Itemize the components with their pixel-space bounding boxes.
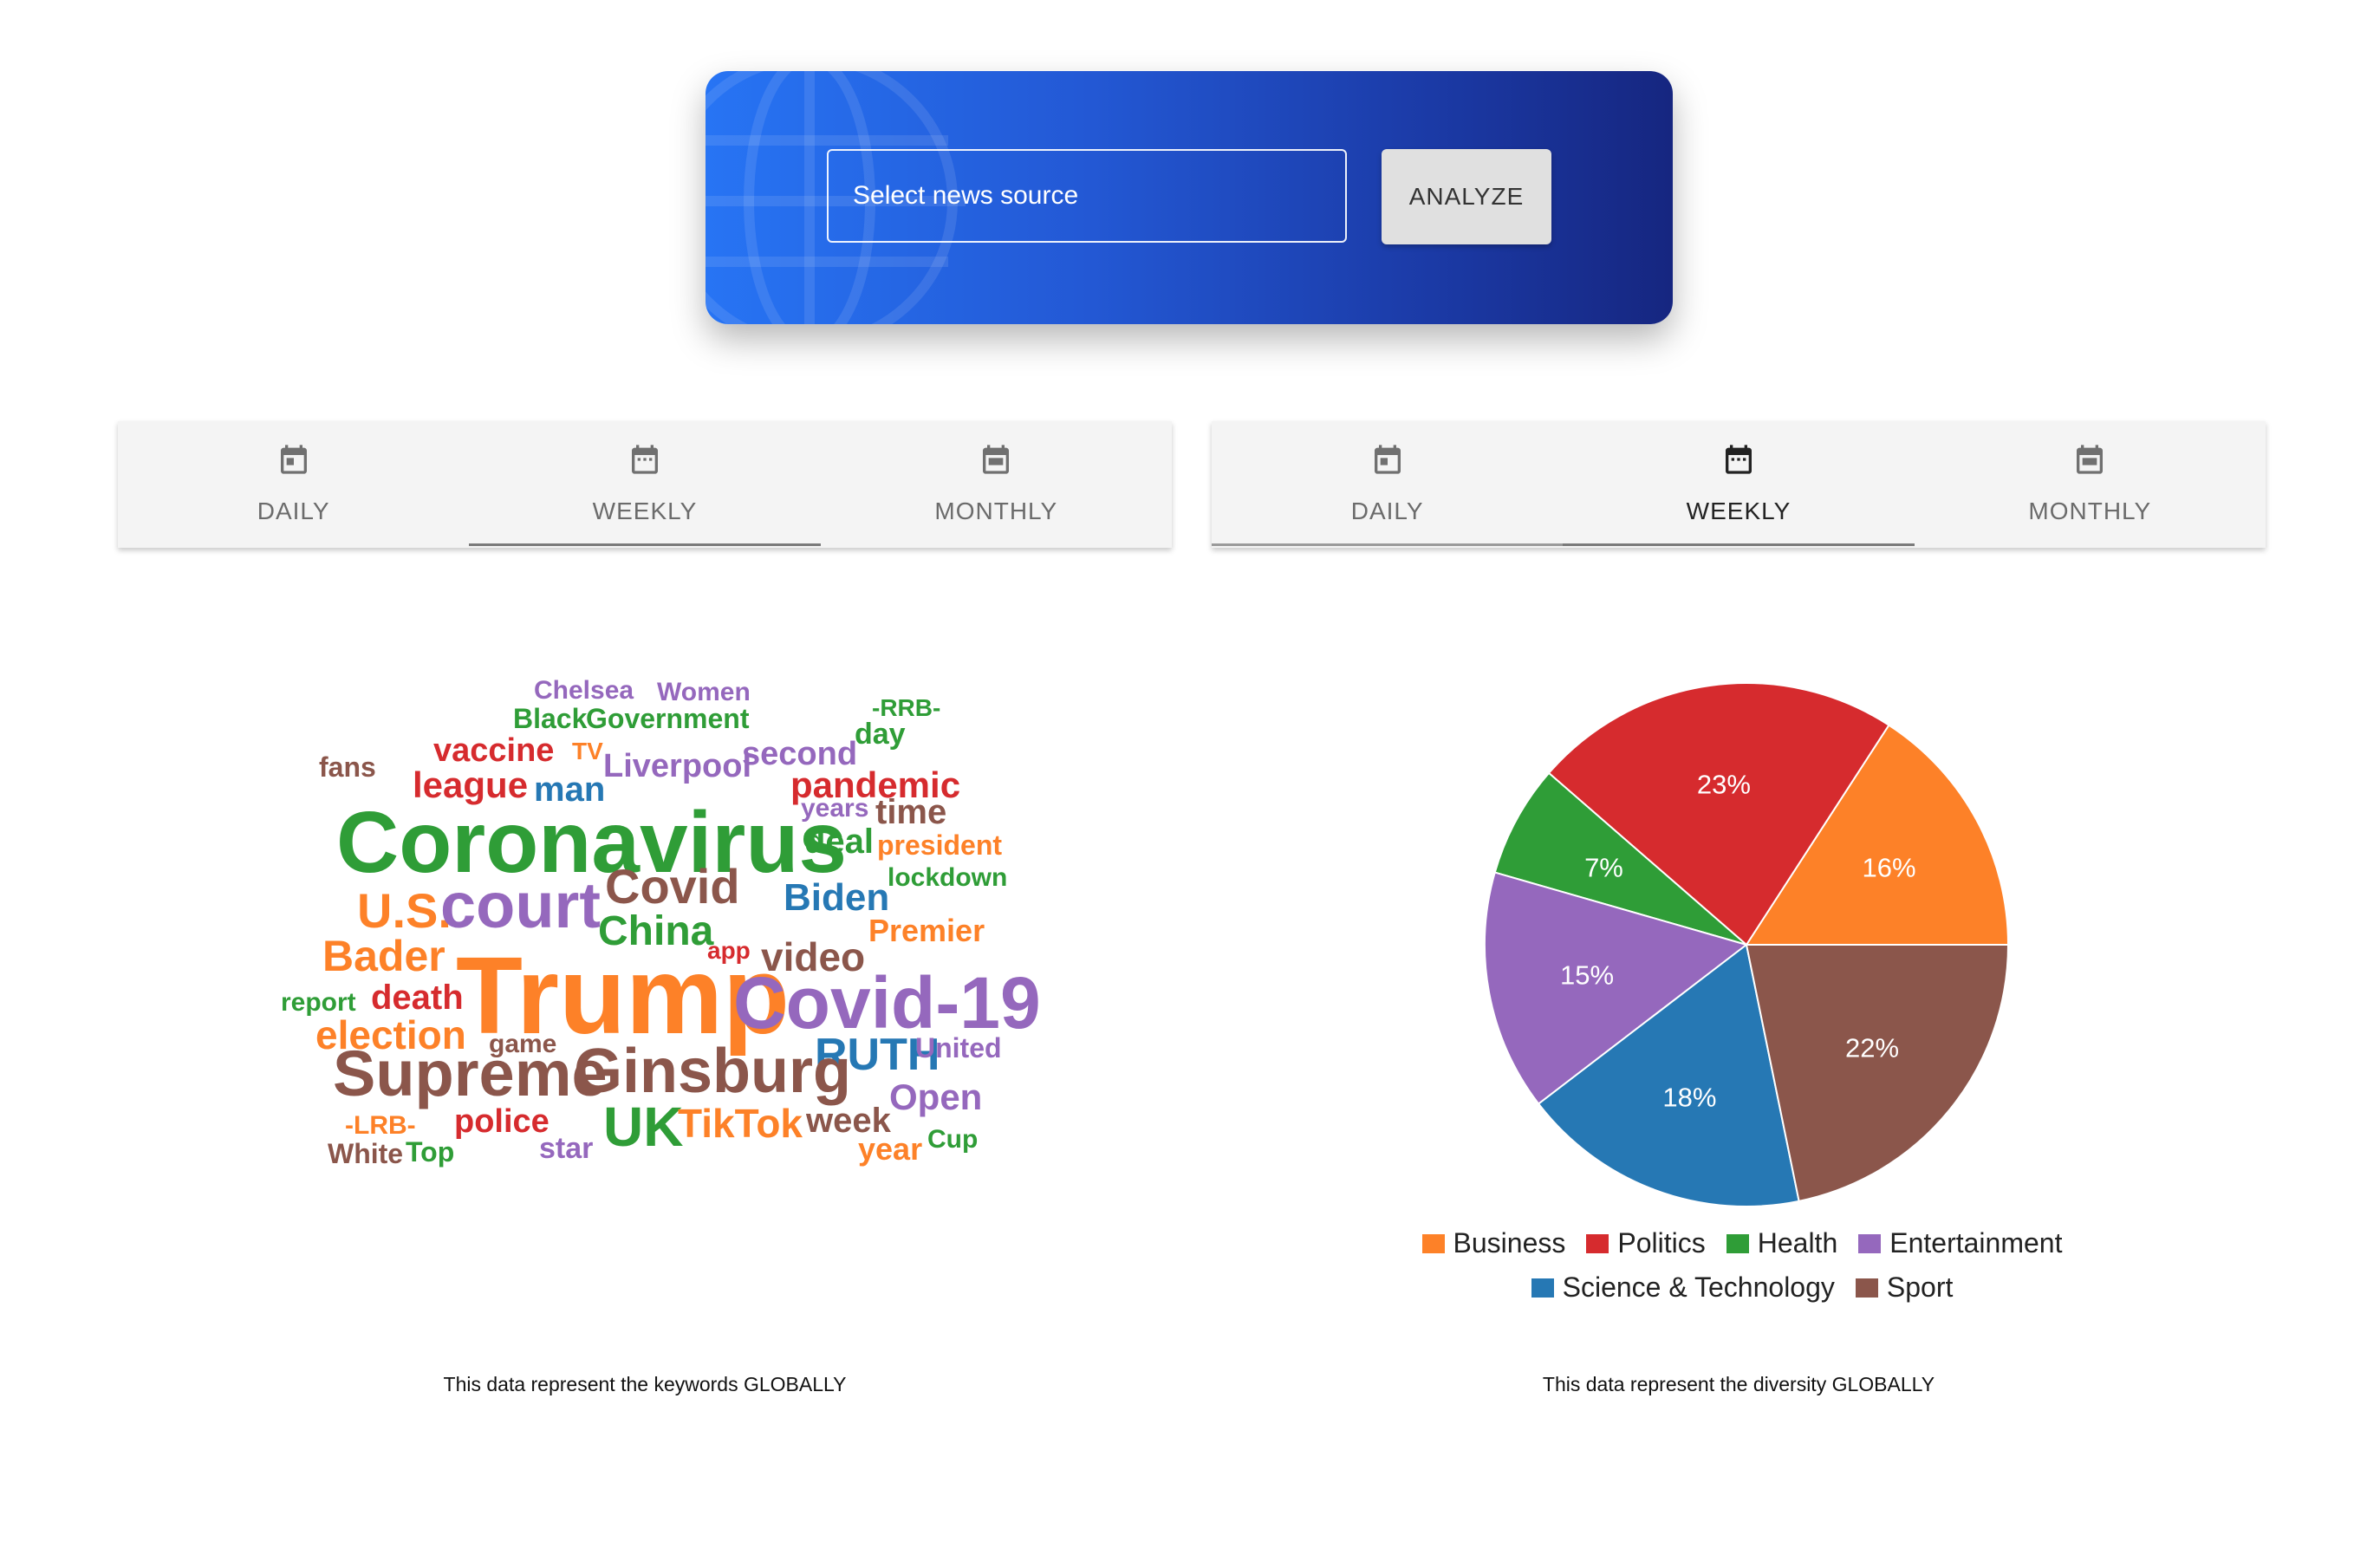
calendar-icon xyxy=(280,445,307,474)
word: death xyxy=(371,979,464,1017)
news-source-panel: Select news source ANALYZE xyxy=(706,71,1673,324)
calendar-week-icon xyxy=(631,445,658,474)
calendar-week-icon xyxy=(1725,445,1752,474)
word: president xyxy=(877,829,1002,861)
tab-label: WEEKLY xyxy=(1686,498,1792,524)
calendar-icon xyxy=(1374,445,1401,474)
tab-label: MONTHLY xyxy=(2028,498,2152,524)
keywords-period-tabs: DAILY WEEKLY MONTHLY xyxy=(118,421,1172,548)
legend-label: Business xyxy=(1453,1227,1566,1259)
word: U.S. xyxy=(357,883,452,938)
calendar-icon xyxy=(2077,445,2104,474)
word: deal xyxy=(804,823,874,861)
word: TV xyxy=(572,738,603,764)
tab-label: WEEKLY xyxy=(592,498,698,524)
word: Government xyxy=(586,703,750,734)
diversity-caption: This data represent the diversity GLOBAL… xyxy=(1542,1373,1935,1395)
tab-daily[interactable]: DAILY xyxy=(118,421,469,548)
legend-item-science-technology: Science & Technology xyxy=(1531,1272,1835,1304)
legend-label: Sport xyxy=(1886,1272,1954,1303)
diversity-period-tabs: DAILY WEEKLY MONTHLY xyxy=(1212,421,2266,548)
word: Open xyxy=(889,1076,982,1117)
word: vaccine xyxy=(433,732,554,769)
analyze-button[interactable]: ANALYZE xyxy=(1382,149,1551,244)
tab-label: DAILY xyxy=(257,498,330,524)
word: court xyxy=(440,869,601,941)
legend-swatch xyxy=(1421,1233,1445,1253)
pie-data-label: 23% xyxy=(1697,770,1751,800)
legend-label: Science & Technology xyxy=(1562,1272,1835,1303)
legend-item-business: Business xyxy=(1421,1227,1566,1259)
tab-daily[interactable]: DAILY xyxy=(1212,421,1564,548)
word: White xyxy=(328,1138,403,1169)
legend-swatch xyxy=(1586,1233,1609,1253)
word: Cup xyxy=(927,1125,978,1154)
word: star xyxy=(539,1132,593,1165)
tab-weekly[interactable]: WEEKLY xyxy=(469,421,821,548)
word: day xyxy=(855,718,906,751)
word: Chelsea xyxy=(534,676,634,705)
legend-item-politics: Politics xyxy=(1586,1227,1706,1259)
legend-item-entertainment: Entertainment xyxy=(1858,1227,2062,1259)
pie-data-label: 16% xyxy=(1863,853,1916,883)
legend-item-sport: Sport xyxy=(1855,1272,1954,1304)
pie-data-label: 22% xyxy=(1845,1032,1899,1063)
word: time xyxy=(875,793,946,831)
legend-swatch xyxy=(1531,1278,1554,1298)
legend-swatch xyxy=(1855,1278,1878,1298)
pie-data-label: 15% xyxy=(1560,960,1614,991)
word: fans xyxy=(319,751,376,783)
pie-legend: Business Politics Health Entertainment S… xyxy=(1387,1227,2097,1304)
word: years xyxy=(801,794,868,823)
legend-swatch xyxy=(1726,1233,1749,1253)
tab-monthly[interactable]: MONTHLY xyxy=(821,421,1172,548)
tab-label: MONTHLY xyxy=(934,498,1058,524)
tab-label: DAILY xyxy=(1350,498,1424,524)
word: TikTok xyxy=(678,1101,803,1146)
tab-divider xyxy=(1212,543,1564,546)
pie-data-label: 18% xyxy=(1662,1082,1716,1112)
tab-weekly[interactable]: WEEKLY xyxy=(1563,421,1915,548)
legend-label: Politics xyxy=(1617,1227,1706,1259)
word: Covid xyxy=(605,859,740,914)
word: Supreme xyxy=(333,1037,608,1109)
diversity-pie-chart: 16% 23% 7% 15% 18% 22% xyxy=(1484,682,2010,1207)
calendar-icon xyxy=(983,445,1010,474)
word: UK xyxy=(603,1096,683,1158)
word: Top xyxy=(406,1136,454,1168)
keywords-caption: This data represent the keywords GLOBALL… xyxy=(443,1373,847,1395)
word: Bader xyxy=(322,932,445,980)
legend-label: Health xyxy=(1757,1227,1838,1259)
news-source-select[interactable]: Select news source xyxy=(827,149,1347,243)
word: police xyxy=(454,1103,549,1140)
active-tab-indicator xyxy=(1563,543,1915,546)
word: lockdown xyxy=(888,863,1007,892)
word: Premier xyxy=(868,913,985,948)
legend-label: Entertainment xyxy=(1889,1227,2063,1259)
legend-swatch xyxy=(1858,1233,1882,1253)
pie-data-label: 7% xyxy=(1584,853,1623,883)
tab-monthly[interactable]: MONTHLY xyxy=(1915,421,2266,548)
keyword-word-cloud: Chelsea Women Black Government -RRB- vac… xyxy=(281,676,1040,1169)
word: United xyxy=(915,1032,1002,1063)
legend-item-health: Health xyxy=(1726,1227,1838,1259)
active-tab-indicator xyxy=(469,543,821,546)
word: Liverpool xyxy=(603,748,751,784)
word: Black xyxy=(513,703,588,734)
word: year xyxy=(858,1131,922,1167)
